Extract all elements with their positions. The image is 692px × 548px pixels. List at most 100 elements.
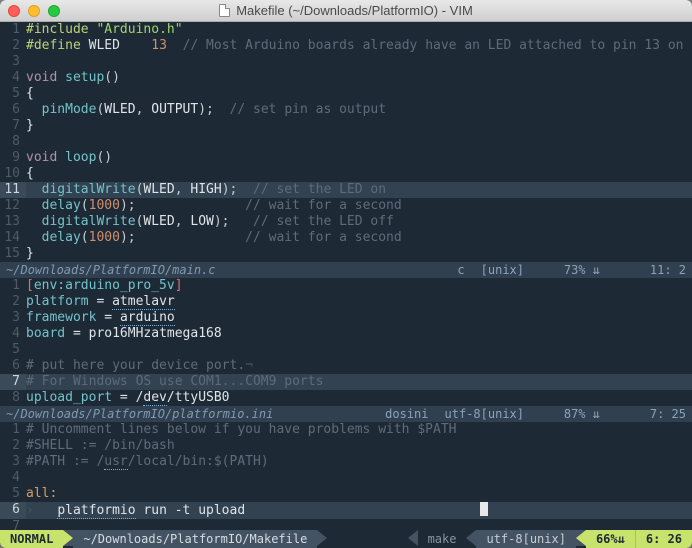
code-line[interactable]: 3framework = arduino bbox=[0, 310, 692, 326]
code-line[interactable]: 7# For Windows OS use COM1...COM9 ports bbox=[0, 374, 692, 390]
titlebar[interactable]: Makefile (~/Downloads/PlatformIO) - VIM bbox=[0, 0, 692, 22]
app-window: Makefile (~/Downloads/PlatformIO) - VIM … bbox=[0, 0, 692, 548]
line-number: 11 bbox=[0, 182, 26, 198]
code-line[interactable]: 8upload_port = /dev/ttyUSB0 bbox=[0, 390, 692, 406]
chevron-right-icon bbox=[317, 530, 327, 546]
editor[interactable]: 1#include "Arduino.h"2#define WLED 13 //… bbox=[0, 22, 692, 530]
status-percent: 66% ⇊ bbox=[586, 530, 635, 548]
code-text[interactable]: # For Windows OS use COM1...COM9 ports bbox=[26, 374, 692, 390]
code-line[interactable]: 13 digitalWrite(WLED, LOW); // set the L… bbox=[0, 214, 692, 230]
code-text[interactable]: digitalWrite(WLED, HIGH); // set the LED… bbox=[26, 182, 692, 198]
line-number: 6 bbox=[0, 502, 26, 519]
line-number: 6 bbox=[0, 102, 26, 118]
line-number: 5 bbox=[0, 486, 26, 502]
line-number: 14 bbox=[0, 230, 26, 246]
code-line[interactable]: 8 bbox=[0, 134, 692, 150]
code-line[interactable]: 5{ bbox=[0, 86, 692, 102]
code-line[interactable]: 2#SHELL := /bin/bash bbox=[0, 438, 692, 454]
code-text[interactable] bbox=[26, 134, 692, 150]
code-line[interactable]: 5all: bbox=[0, 486, 692, 502]
code-text[interactable]: #include "Arduino.h" bbox=[26, 22, 692, 38]
pane2-enc: utf-8[unix] bbox=[445, 406, 524, 422]
line-number: 7 bbox=[0, 118, 26, 134]
code-text[interactable]: #SHELL := /bin/bash bbox=[26, 438, 692, 454]
code-text[interactable]: } bbox=[26, 246, 692, 262]
code-text[interactable]: #define WLED 13 // Most Arduino boards a… bbox=[26, 38, 692, 54]
status-encoding: utf-8[unix] bbox=[476, 530, 575, 548]
line-number: 3 bbox=[0, 454, 26, 470]
pane1-pct: 73% ⇊ bbox=[540, 262, 600, 278]
chevron-left-icon bbox=[466, 530, 476, 546]
line-number: 2 bbox=[0, 294, 26, 310]
code-text[interactable]: void loop() bbox=[26, 150, 692, 166]
code-text[interactable]: upload_port = /dev/ttyUSB0 bbox=[26, 390, 692, 406]
code-line[interactable]: 2platform = atmelavr bbox=[0, 294, 692, 310]
code-text[interactable] bbox=[26, 342, 692, 358]
mode-indicator: NORMAL bbox=[0, 530, 63, 548]
line-number: 5 bbox=[0, 342, 26, 358]
code-text[interactable]: [env:arduino_pro_5v] bbox=[26, 278, 692, 294]
line-number: 13 bbox=[0, 214, 26, 230]
code-text[interactable]: board = pro16MHzatmega168 bbox=[26, 326, 692, 342]
chevron-right-icon bbox=[63, 530, 73, 546]
code-line[interactable]: 9void loop() bbox=[0, 150, 692, 166]
code-text[interactable]: pinMode(WLED, OUTPUT); // set pin as out… bbox=[26, 102, 692, 118]
code-line[interactable]: 5 bbox=[0, 342, 692, 358]
code-text[interactable]: } bbox=[26, 118, 692, 134]
code-line[interactable]: 3#PATH := /usr/local/bin:$(PATH) bbox=[0, 454, 692, 470]
code-text[interactable] bbox=[26, 54, 692, 70]
code-text[interactable]: # put here your device port.¬ bbox=[26, 358, 692, 374]
chevron-left-icon bbox=[576, 530, 586, 546]
code-line[interactable]: 1# Uncomment lines below if you have pro… bbox=[0, 422, 692, 438]
code-text[interactable]: › platformio run -t upload bbox=[26, 502, 692, 519]
line-number: 5 bbox=[0, 86, 26, 102]
code-text[interactable]: all: bbox=[26, 486, 692, 502]
pane-platformio-ini[interactable]: 1[env:arduino_pro_5v]2platform = atmelav… bbox=[0, 278, 692, 406]
pane2-path: ~/Downloads/PlatformIO/platformio.ini bbox=[6, 406, 369, 422]
code-text[interactable]: delay(1000); // wait for a second bbox=[26, 230, 692, 246]
pane1-path: ~/Downloads/PlatformIO/main.c bbox=[6, 262, 441, 278]
code-line[interactable]: 10{ bbox=[0, 166, 692, 182]
line-number: 4 bbox=[0, 326, 26, 342]
window-title-text: Makefile (~/Downloads/PlatformIO) - VIM bbox=[236, 3, 473, 18]
pane-makefile[interactable]: 1# Uncomment lines below if you have pro… bbox=[0, 422, 692, 530]
pane1-pos: 11: 2 bbox=[616, 262, 686, 278]
code-line[interactable]: 4 bbox=[0, 470, 692, 486]
code-line[interactable]: 14 delay(1000); // wait for a second bbox=[0, 230, 692, 246]
code-line[interactable]: 3 bbox=[0, 54, 692, 70]
pane1-enc: [unix] bbox=[481, 262, 524, 278]
line-number: 1 bbox=[0, 22, 26, 38]
pane-main-c[interactable]: 1#include "Arduino.h"2#define WLED 13 //… bbox=[0, 22, 692, 262]
code-text[interactable] bbox=[26, 470, 692, 486]
code-line[interactable]: 6# put here your device port.¬ bbox=[0, 358, 692, 374]
code-text[interactable]: #PATH := /usr/local/bin:$(PATH) bbox=[26, 454, 692, 470]
code-text[interactable]: digitalWrite(WLED, LOW); // set the LED … bbox=[26, 214, 692, 230]
code-line[interactable]: 2#define WLED 13 // Most Arduino boards … bbox=[0, 38, 692, 54]
code-text[interactable]: platform = atmelavr bbox=[26, 294, 692, 310]
code-line[interactable]: 11 digitalWrite(WLED, HIGH); // set the … bbox=[0, 182, 692, 198]
line-number: 4 bbox=[0, 70, 26, 86]
code-line[interactable]: 1#include "Arduino.h" bbox=[0, 22, 692, 38]
code-text[interactable] bbox=[26, 519, 692, 530]
line-number: 9 bbox=[0, 150, 26, 166]
code-text[interactable]: void setup() bbox=[26, 70, 692, 86]
code-text[interactable]: { bbox=[26, 166, 692, 182]
code-text[interactable]: { bbox=[26, 86, 692, 102]
code-line[interactable]: 4board = pro16MHzatmega168 bbox=[0, 326, 692, 342]
code-line[interactable]: 6 pinMode(WLED, OUTPUT); // set pin as o… bbox=[0, 102, 692, 118]
line-number: 15 bbox=[0, 246, 26, 262]
line-number: 2 bbox=[0, 438, 26, 454]
code-line[interactable]: 7} bbox=[0, 118, 692, 134]
statusbar: NORMAL ~/Downloads/PlatformIO/Makefile m… bbox=[0, 530, 692, 548]
code-text[interactable]: framework = arduino bbox=[26, 310, 692, 326]
line-number: 3 bbox=[0, 310, 26, 326]
code-line[interactable]: 12 delay(1000); // wait for a second bbox=[0, 198, 692, 214]
code-text[interactable]: delay(1000); // wait for a second bbox=[26, 198, 692, 214]
code-line[interactable]: 1[env:arduino_pro_5v] bbox=[0, 278, 692, 294]
code-line[interactable]: 15} bbox=[0, 246, 692, 262]
code-text[interactable]: # Uncomment lines below if you have prob… bbox=[26, 422, 692, 438]
chevron-left-icon bbox=[408, 530, 418, 546]
code-line[interactable]: 7 bbox=[0, 519, 692, 530]
code-line[interactable]: 6› platformio run -t upload bbox=[0, 502, 692, 519]
code-line[interactable]: 4void setup() bbox=[0, 70, 692, 86]
